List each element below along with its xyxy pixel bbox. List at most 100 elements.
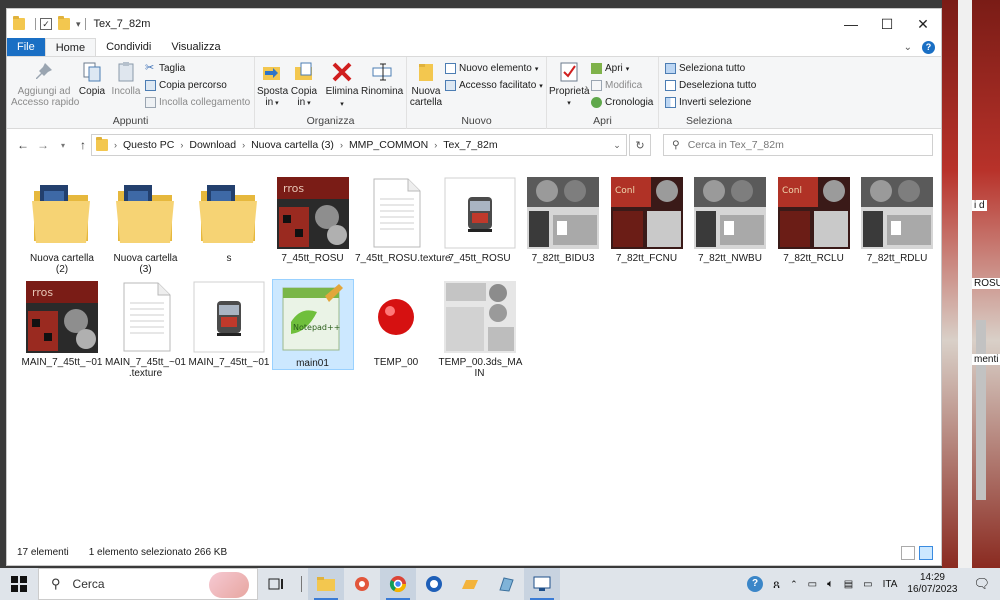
tab-view[interactable]: Visualizza	[161, 38, 230, 56]
file-item[interactable]: TEMP_00.3ds_MA IN	[439, 279, 522, 379]
tab-file[interactable]: File	[7, 38, 45, 56]
history-button[interactable]: Cronologia	[591, 97, 653, 108]
app-icon[interactable]	[416, 568, 452, 600]
file-item[interactable]: 7_82tt_RDLU	[856, 175, 938, 264]
properties-button[interactable]: Proprietà ▾	[549, 61, 590, 109]
help-icon[interactable]: ?	[922, 41, 935, 54]
navigation-bar: ← → ▾ ↑ › Questo PC › Download › Nuova car…	[7, 131, 941, 159]
invert-selection-button[interactable]: Inverti selezione	[665, 97, 751, 108]
large-icons-view-icon[interactable]	[919, 546, 933, 560]
help-icon[interactable]: ?	[747, 576, 764, 592]
delete-button[interactable]: Elimina ▾	[325, 61, 359, 110]
new-item-button[interactable]: Nuovo elemento ▾	[445, 63, 538, 74]
folder-item[interactable]: s	[188, 175, 270, 264]
breadcrumb-item[interactable]: Nuova cartella (3)	[251, 139, 334, 151]
app-icon[interactable]	[452, 568, 488, 600]
maximize-button[interactable]: ☐	[869, 9, 905, 39]
copy-path-button[interactable]: Copia percorso	[145, 80, 227, 91]
file-thumbnail: Conl	[610, 177, 683, 249]
file-item[interactable]: MAIN_7_45tt_~01 .texture	[105, 279, 187, 379]
notifications-icon[interactable]: 🗨︎	[973, 576, 990, 592]
network-icon[interactable]: ▤	[844, 579, 853, 590]
file-name: MAIN_7_45tt_~01 .texture	[105, 357, 186, 379]
file-item[interactable]: MAIN_7_45tt_~01	[188, 279, 270, 368]
search-input[interactable]: ⚲ Cerca in Tex_7_82m	[663, 134, 933, 156]
tab-share[interactable]: Condividi	[96, 38, 161, 56]
file-item[interactable]: Notepad++ main01	[271, 279, 354, 370]
new-folder-button[interactable]: Nuova cartella	[409, 61, 443, 108]
new-item-icon	[445, 63, 456, 74]
breadcrumb-item[interactable]: Tex_7_82m	[443, 139, 497, 151]
chrome-app-icon[interactable]	[380, 568, 416, 600]
file-thumbnail	[360, 281, 432, 353]
language-indicator[interactable]: ITA	[883, 579, 898, 590]
open-button[interactable]: Apri ▾	[591, 63, 629, 74]
select-none-button[interactable]: Deseleziona tutto	[665, 80, 756, 91]
back-arrow-icon[interactable]: ←	[13, 138, 33, 152]
start-button[interactable]	[0, 576, 38, 592]
file-name: 7_45tt_ROSU	[448, 253, 511, 264]
cut-button[interactable]: ✂ Taglia	[145, 63, 185, 75]
file-item[interactable]: 7_82tt_BIDU3	[522, 175, 604, 264]
close-button[interactable]: ✕	[905, 9, 941, 39]
paste-link-button[interactable]: Incolla collegamento	[145, 97, 250, 108]
properties-quick-icon[interactable]: ✓	[40, 18, 52, 30]
app-icon[interactable]	[524, 568, 560, 600]
folder-thumbnail	[26, 177, 98, 249]
window-title: Tex_7_82m	[93, 18, 151, 30]
copy-button[interactable]: Copia	[77, 61, 107, 97]
details-view-icon[interactable]	[901, 546, 915, 560]
chevron-down-icon[interactable]: ⌄	[608, 140, 626, 151]
minimize-button[interactable]: —	[833, 9, 869, 39]
file-item[interactable]: 7_45tt_ROSU.texture	[355, 175, 451, 264]
file-item[interactable]: rros 7_45tt_ROSU	[272, 175, 354, 264]
file-item[interactable]: 7_45tt_ROSU	[439, 175, 521, 264]
paste-icon	[115, 61, 137, 83]
file-thumbnail: rros	[26, 281, 98, 353]
group-label: Organizza	[306, 115, 355, 127]
recent-chevron-icon[interactable]: ▾	[53, 141, 73, 150]
refresh-button[interactable]: ↻	[629, 134, 651, 156]
collapse-ribbon-icon[interactable]: ⌄	[904, 42, 912, 53]
battery-icon[interactable]: ▭	[863, 579, 872, 590]
display-icon[interactable]: ▭	[808, 579, 817, 590]
app-icon[interactable]	[488, 568, 524, 600]
rename-button[interactable]: Rinomina	[361, 61, 403, 97]
easy-access-button[interactable]: Accesso facilitato ▾	[445, 80, 543, 91]
folder-item[interactable]: Nuova cartella (3)	[105, 175, 187, 275]
app-icon[interactable]	[344, 568, 380, 600]
chevron-down-icon[interactable]: ▾	[76, 19, 81, 30]
task-view-icon[interactable]	[258, 568, 294, 600]
address-bar[interactable]: › Questo PC › Download › Nuova cartella (3…	[91, 134, 627, 156]
up-arrow-icon[interactable]: ↑	[73, 138, 93, 152]
copy-to-button[interactable]: Copia in ▾	[289, 61, 319, 109]
breadcrumb-item[interactable]: Questo PC	[123, 139, 174, 151]
svg-text:Notepad++: Notepad++	[293, 323, 340, 332]
breadcrumb-item[interactable]: Download	[189, 139, 236, 151]
select-all-button[interactable]: Seleziona tutto	[665, 63, 745, 74]
new-folder-quick-icon[interactable]	[58, 16, 70, 30]
file-item[interactable]: 7_82tt_NWBU	[689, 175, 771, 264]
pin-quick-access-button[interactable]: Aggiungi ad Accesso rapido	[11, 61, 79, 108]
file-thumbnail: rros	[276, 177, 349, 249]
file-item[interactable]: Conl 7_82tt_FCNU	[606, 175, 688, 264]
speaker-icon[interactable]: 🔈︎	[827, 578, 834, 591]
edit-button[interactable]: Modifica	[591, 80, 642, 91]
file-explorer-app-icon[interactable]	[308, 568, 344, 600]
clock[interactable]: 14:29 16/07/2023	[907, 572, 957, 596]
paste-button[interactable]: Incolla	[109, 61, 143, 97]
tab-home[interactable]: Home	[44, 38, 97, 56]
folder-item[interactable]: Nuova cartella (2)	[21, 175, 103, 275]
file-item[interactable]: TEMP_00	[355, 279, 437, 368]
file-item[interactable]: rros MAIN_7_45tt_~01	[21, 279, 103, 368]
file-item[interactable]: Conl 7_82tt_RCLU	[773, 175, 855, 264]
breadcrumb-item[interactable]: MMP_COMMON	[349, 139, 428, 151]
select-all-icon	[665, 63, 676, 74]
taskbar-search[interactable]: ⚲ Cerca	[38, 568, 258, 600]
move-to-button[interactable]: Sposta in ▾	[257, 61, 288, 109]
chevron-up-icon[interactable]: ⌃	[790, 579, 798, 590]
background-text: ROSU	[972, 278, 1000, 289]
file-thumbnail	[527, 177, 599, 249]
forward-arrow-icon[interactable]: →	[33, 138, 53, 152]
people-icon[interactable]: ጸ	[773, 577, 780, 592]
